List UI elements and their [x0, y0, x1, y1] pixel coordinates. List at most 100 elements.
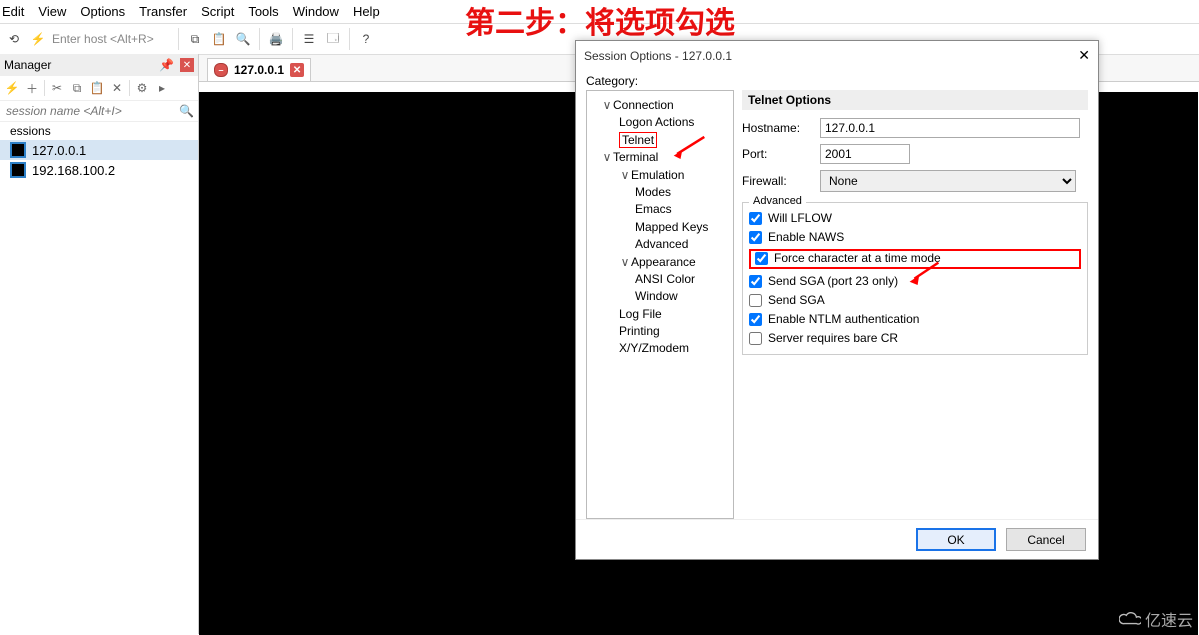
options-icon[interactable]: ☰ — [299, 29, 319, 49]
firewall-label: Firewall: — [742, 174, 812, 188]
tree-emulation[interactable]: Emulation — [631, 168, 684, 182]
session-filter-input[interactable] — [4, 103, 179, 119]
category-tree[interactable]: ∨Connection Logon Actions Telnet ∨Termin… — [586, 90, 734, 519]
hostname-input[interactable] — [820, 118, 1080, 138]
session-filter: 🔍 — [0, 101, 198, 122]
cancel-button[interactable]: Cancel — [1006, 528, 1086, 551]
tree-advanced[interactable]: Advanced — [635, 237, 688, 251]
menu-tools[interactable]: Tools — [248, 4, 278, 19]
chk-ntlm[interactable]: Enable NTLM authentication — [749, 312, 1081, 326]
chk-sga[interactable]: Send SGA — [749, 293, 1081, 307]
filter-search-icon[interactable]: 🔍 — [179, 104, 194, 118]
chk-sga-label: Send SGA — [768, 293, 825, 307]
chk-ntlm-label: Enable NTLM authentication — [768, 312, 919, 326]
category-label: Category: — [586, 74, 1088, 88]
session-manager-panel: Manager 📌 ✕ ⚡ ＋ ✂ ⧉ 📋 ✕ ⚙ ▸ 🔍 essions 12… — [0, 54, 199, 634]
port-input[interactable] — [820, 144, 910, 164]
pin-icon[interactable]: 📌 — [159, 58, 174, 72]
tree-xyzmodem[interactable]: X/Y/Zmodem — [619, 341, 689, 355]
tree-modes[interactable]: Modes — [635, 185, 671, 199]
menu-options[interactable]: Options — [80, 4, 125, 19]
session-item-0[interactable]: 127.0.0.1 — [0, 140, 198, 160]
tree-emacs[interactable]: Emacs — [635, 202, 672, 216]
dialog-titlebar: Session Options - 127.0.0.1 ✕ — [576, 41, 1098, 70]
port-label: Port: — [742, 147, 812, 161]
session-item-1-label: 192.168.100.2 — [32, 163, 115, 178]
advanced-legend: Advanced — [749, 195, 806, 207]
menu-transfer[interactable]: Transfer — [139, 4, 187, 19]
reconnect-icon[interactable]: ⟲ — [4, 29, 24, 49]
settings-icon[interactable]: ⚙ — [134, 80, 150, 96]
tree-printing[interactable]: Printing — [619, 324, 660, 338]
tab-close-icon[interactable]: ✕ — [290, 63, 304, 77]
tree-window[interactable]: Window — [635, 289, 678, 303]
cut-icon[interactable]: ✂ — [49, 80, 65, 96]
session-options-dialog: Session Options - 127.0.0.1 ✕ Category: … — [575, 40, 1099, 560]
chk-barecr-box[interactable] — [749, 332, 762, 345]
plus-icon[interactable]: ＋ — [24, 80, 40, 96]
annotation-arrow-2 — [905, 261, 943, 285]
menu-window[interactable]: Window — [293, 4, 339, 19]
menu-script[interactable]: Script — [201, 4, 234, 19]
tree-telnet[interactable]: Telnet — [619, 132, 657, 148]
session-manager-title: Manager — [4, 58, 153, 72]
help-icon[interactable]: ? — [356, 29, 376, 49]
dialog-footer: OK Cancel — [576, 519, 1098, 559]
chk-naws[interactable]: Enable NAWS — [749, 230, 1081, 244]
tab-session-0[interactable]: – 127.0.0.1 ✕ — [207, 58, 311, 81]
terminal-icon — [10, 142, 26, 158]
enter-host-box[interactable]: Enter host <Alt+R> — [52, 32, 172, 46]
chk-sga23-box[interactable] — [749, 275, 762, 288]
flash-icon[interactable]: ⚡ — [4, 80, 20, 96]
copy2-icon[interactable]: ⧉ — [69, 80, 85, 96]
chk-lflow-box[interactable] — [749, 212, 762, 225]
annotation-text: 第二步：将选项勾选 — [465, 0, 735, 42]
copy-icon[interactable]: ⧉ — [185, 29, 205, 49]
dialog-title: Session Options - 127.0.0.1 — [584, 49, 1072, 63]
watermark-text: 亿速云 — [1145, 607, 1193, 631]
terminal-icon — [10, 162, 26, 178]
paste-icon[interactable]: 📋 — [209, 29, 229, 49]
tab-session-0-label: 127.0.0.1 — [234, 63, 284, 77]
tab-status-icon: – — [214, 63, 228, 77]
tree-ansi-color[interactable]: ANSI Color — [635, 272, 695, 286]
options-pane: Telnet Options Hostname: Port: Firewall:… — [742, 90, 1088, 519]
chk-force-char-box[interactable] — [755, 252, 768, 265]
chk-barecr[interactable]: Server requires bare CR — [749, 331, 1081, 345]
close-panel-icon[interactable]: ✕ — [180, 58, 194, 72]
tree-logon-actions[interactable]: Logon Actions — [619, 115, 694, 129]
tree-log-file[interactable]: Log File — [619, 307, 662, 321]
session-toolbar: ⚡ ＋ ✂ ⧉ 📋 ✕ ⚙ ▸ — [0, 76, 198, 101]
tree-terminal[interactable]: Terminal — [613, 150, 658, 164]
session-options-icon[interactable]: 🗔 — [323, 29, 343, 49]
dialog-close-icon[interactable]: ✕ — [1078, 47, 1090, 64]
chk-sga-box[interactable] — [749, 294, 762, 307]
quick-connect-icon[interactable]: ⚡ — [28, 29, 48, 49]
chk-lflow-label: Will LFLOW — [768, 211, 832, 225]
chk-lflow[interactable]: Will LFLOW — [749, 211, 1081, 225]
firewall-select[interactable]: None — [820, 170, 1076, 192]
print-icon[interactable]: 🖨️ — [266, 29, 286, 49]
chk-ntlm-box[interactable] — [749, 313, 762, 326]
chk-naws-label: Enable NAWS — [768, 230, 844, 244]
menu-view[interactable]: View — [38, 4, 66, 19]
pane-title: Telnet Options — [742, 90, 1088, 110]
session-item-0-label: 127.0.0.1 — [32, 143, 86, 158]
find-icon[interactable]: 🔍 — [233, 29, 253, 49]
session-tree-root[interactable]: essions — [0, 122, 198, 140]
hostname-label: Hostname: — [742, 121, 812, 135]
session-manager-header: Manager 📌 ✕ — [0, 54, 198, 76]
paste2-icon[interactable]: 📋 — [89, 80, 105, 96]
menu-edit[interactable]: Edit — [2, 4, 24, 19]
tree-connection[interactable]: Connection — [613, 98, 674, 112]
tree-appearance[interactable]: Appearance — [631, 255, 696, 269]
menu-help[interactable]: Help — [353, 4, 380, 19]
chk-naws-box[interactable] — [749, 231, 762, 244]
menu-chevron-icon[interactable]: ▸ — [154, 80, 170, 96]
annotation-arrow-1 — [672, 135, 706, 161]
session-item-1[interactable]: 192.168.100.2 — [0, 160, 198, 180]
delete-icon[interactable]: ✕ — [109, 80, 125, 96]
tree-mapped-keys[interactable]: Mapped Keys — [635, 220, 708, 234]
watermark: 亿速云 — [1119, 607, 1193, 631]
ok-button[interactable]: OK — [916, 528, 996, 551]
